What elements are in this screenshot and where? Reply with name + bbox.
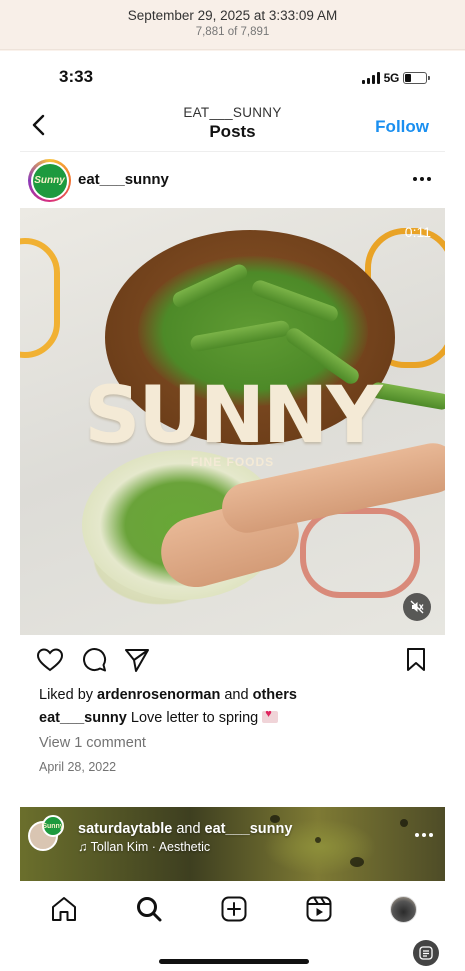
reels-icon[interactable] (305, 895, 333, 923)
post-date: April 28, 2022 (39, 760, 117, 774)
post-video[interactable]: SUNNY FINE FOODS 0:11 (20, 208, 445, 635)
home-indicator[interactable] (159, 959, 309, 964)
likes-others[interactable]: others (253, 687, 297, 703)
header-divider (20, 151, 445, 152)
speckle (400, 819, 408, 827)
collab-usernames[interactable]: saturdaytable and eat___sunny (78, 821, 292, 837)
signal-icon (361, 72, 380, 84)
collab-conjunction: and (172, 821, 205, 837)
image-counter: 7,881 of 7,891 (195, 26, 270, 38)
liked-by-user[interactable]: ardenrosenorman (97, 687, 220, 703)
view-comments-link[interactable]: View 1 comment (39, 735, 146, 751)
next-post-more-icon[interactable] (415, 833, 433, 837)
follow-button[interactable]: Follow (375, 117, 429, 137)
share-icon[interactable] (124, 647, 150, 673)
search-icon[interactable] (135, 895, 163, 923)
sunny-brand-overlay: SUNNY (84, 371, 383, 461)
home-icon[interactable] (50, 895, 78, 923)
collaborator-avatar-sunny[interactable]: Sunny (42, 815, 64, 837)
collab-user-2[interactable]: eat___sunny (205, 821, 293, 837)
music-note-icon: ♫ (78, 840, 91, 854)
love-letter-emoji-icon (262, 708, 279, 723)
sunny-logo: Sunny (32, 163, 67, 198)
more-options-icon[interactable] (413, 177, 431, 181)
next-post-preview[interactable]: Sunny saturdaytable and eat___sunny ♫ To… (20, 807, 445, 881)
status-indicators: 5G (361, 71, 430, 85)
music-track: Tollan Kim · Aesthetic (90, 840, 211, 854)
bottom-tab-bar (0, 883, 465, 933)
speckle (315, 837, 321, 843)
likes-summary: Liked by ardenrosenorman and others (39, 687, 297, 703)
post-username[interactable]: eat___sunny (78, 171, 169, 188)
post-header: Sunny eat___sunny (20, 155, 445, 205)
top-navigation: EAT___SUNNY Posts Follow (0, 101, 465, 149)
story-avatar[interactable]: Sunny (28, 159, 71, 202)
heart-icon[interactable] (36, 647, 64, 673)
likes-prefix: Liked by (39, 687, 98, 703)
bookmark-icon[interactable] (405, 647, 427, 673)
post-actions (20, 647, 445, 677)
speckle (350, 857, 364, 867)
battery-icon (403, 72, 430, 84)
status-time: 3:33 (59, 67, 94, 86)
network-type: 5G (383, 71, 400, 85)
profile-avatar-icon[interactable] (390, 896, 417, 923)
caption-text: Love letter to spring (126, 710, 259, 726)
create-post-icon[interactable] (220, 895, 248, 923)
caption-username[interactable]: eat___sunny (39, 710, 127, 726)
tablecloth-embroidery (20, 238, 60, 358)
brand-subtitle: FINE FOODS (190, 455, 275, 469)
collab-user-1[interactable]: saturdaytable (78, 821, 172, 837)
tablecloth-embroidery (300, 508, 420, 598)
music-attribution[interactable]: ♫ Tollan Kim · Aesthetic (78, 840, 210, 854)
mute-icon[interactable] (403, 593, 431, 621)
post-caption: eat___sunny Love letter to spring (39, 708, 279, 726)
likes-conjunction: and (220, 687, 253, 703)
video-timer: 0:11 (404, 224, 431, 240)
comment-icon[interactable] (81, 647, 107, 673)
phone-screen: 3:33 5G EAT___SUNNY Posts Follow Sunny e… (0, 51, 465, 971)
screenshot-viewer-header: September 29, 2025 at 3:33:09 AM 7,881 o… (0, 0, 465, 50)
text-recognition-icon[interactable] (413, 940, 439, 966)
capture-timestamp: September 29, 2025 at 3:33:09 AM (127, 8, 338, 23)
